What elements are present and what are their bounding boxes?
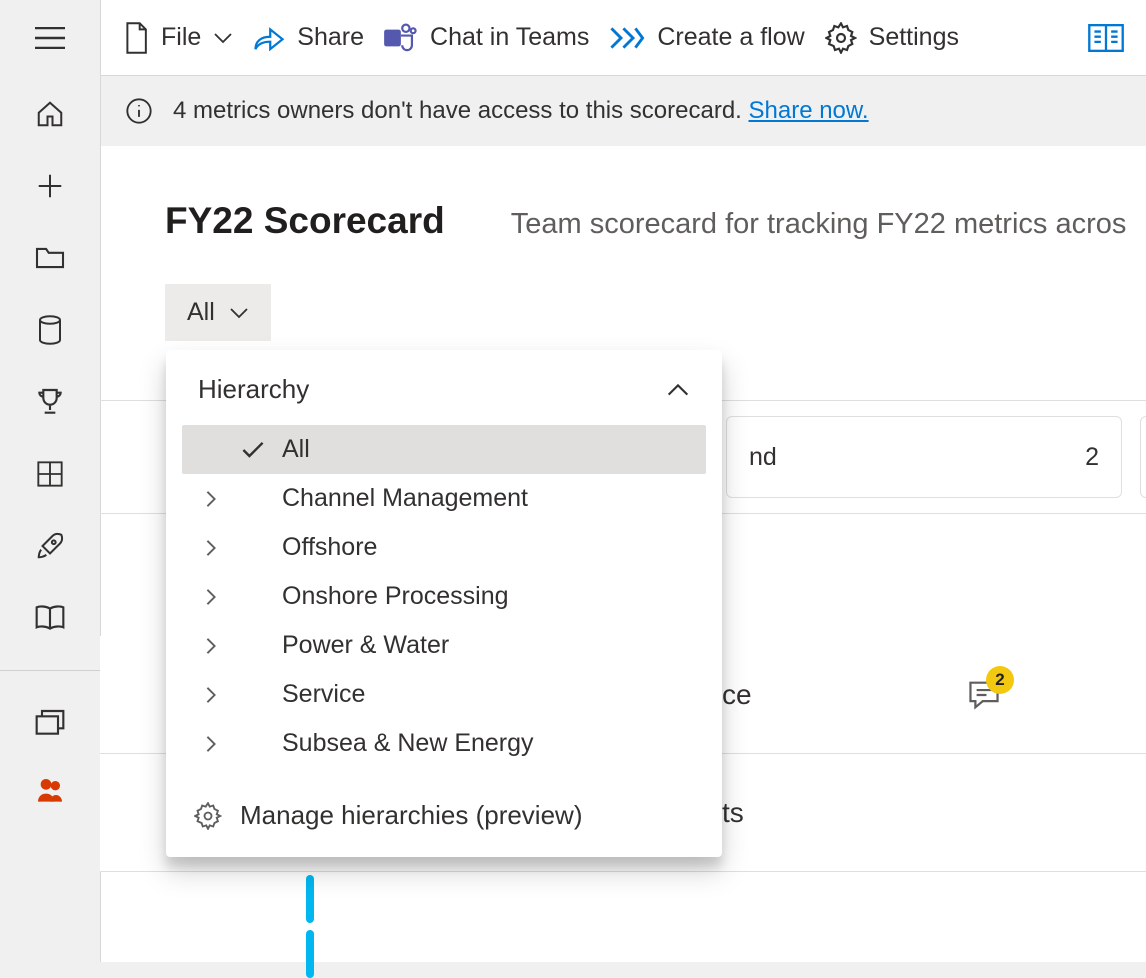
file-label: File — [161, 23, 201, 52]
nav-apps[interactable] — [36, 460, 64, 488]
share-button[interactable]: Share — [253, 23, 364, 52]
status-card[interactable]: nd 2 — [726, 416, 1122, 498]
hierarchy-item[interactable]: Offshore — [182, 523, 706, 572]
settings-button[interactable]: Settings — [825, 22, 959, 54]
plus-icon — [35, 171, 65, 201]
hierarchy-item[interactable]: Service — [182, 670, 706, 719]
hierarchy-item-label: All — [282, 435, 310, 464]
home-icon — [35, 99, 65, 129]
hierarchy-item-all[interactable]: All — [182, 425, 706, 474]
hierarchy-header-label: Hierarchy — [198, 374, 309, 405]
share-icon — [253, 24, 285, 52]
timeline-marker — [306, 930, 314, 978]
hierarchy-header[interactable]: Hierarchy — [166, 350, 722, 419]
reading-view-button[interactable] — [1088, 23, 1124, 53]
svg-text:T: T — [389, 32, 396, 44]
hierarchy-filter-button[interactable]: All — [165, 284, 271, 341]
manage-hierarchies-label: Manage hierarchies (preview) — [240, 800, 582, 831]
access-warning-banner: 4 metrics owners don't have access to th… — [101, 76, 1146, 146]
nav-goals[interactable] — [36, 388, 64, 416]
metric-name-fragment: ts — [722, 797, 744, 829]
chat-teams-button[interactable]: T Chat in Teams — [384, 23, 589, 53]
nav-data[interactable] — [36, 316, 64, 344]
chevron-right-icon — [205, 489, 217, 509]
nav-workspaces[interactable] — [36, 709, 64, 737]
chat-teams-label: Chat in Teams — [430, 23, 589, 52]
create-flow-button[interactable]: Create a flow — [609, 23, 804, 52]
workspaces-icon — [34, 708, 66, 738]
chevron-right-icon — [205, 636, 217, 656]
nav-learn[interactable] — [36, 604, 64, 632]
timeline-marker — [306, 875, 314, 923]
card-value: 2 — [1085, 443, 1099, 472]
page-title: FY22 Scorecard — [165, 200, 445, 242]
hierarchy-item-label: Power & Water — [282, 631, 449, 660]
card-text-fragment: nd — [749, 443, 777, 472]
reading-icon — [1088, 23, 1124, 53]
create-flow-label: Create a flow — [657, 23, 804, 52]
hierarchy-item[interactable]: Onshore Processing — [182, 572, 706, 621]
chevron-right-icon — [205, 587, 217, 607]
nav-create[interactable] — [36, 172, 64, 200]
hierarchy-item-label: Channel Management — [282, 484, 528, 513]
rocket-icon — [35, 531, 65, 561]
filter-selected-label: All — [187, 298, 215, 327]
gear-icon — [825, 22, 857, 54]
metric-name-fragment: ce — [722, 679, 752, 711]
share-label: Share — [297, 23, 364, 52]
comments-indicator[interactable]: 2 — [968, 680, 1000, 710]
hierarchy-list: All Channel Management Offshore Onshore … — [166, 419, 722, 786]
apps-icon — [36, 460, 64, 488]
rail-divider — [0, 670, 100, 671]
trophy-icon — [34, 386, 66, 418]
hierarchy-item-label: Service — [282, 680, 365, 709]
command-bar: File Share T Chat in Teams Create a flow… — [101, 0, 1146, 76]
hierarchy-item[interactable]: Channel Management — [182, 474, 706, 523]
chevron-down-icon — [213, 32, 233, 44]
nav-browse[interactable] — [36, 244, 64, 272]
chevron-right-icon — [205, 685, 217, 705]
page-subtitle: Team scorecard for tracking FY22 metrics… — [511, 208, 1127, 241]
gear-icon — [194, 802, 222, 830]
settings-label: Settings — [869, 23, 959, 52]
manage-hierarchies-button[interactable]: Manage hierarchies (preview) — [166, 786, 722, 839]
database-icon — [37, 315, 63, 345]
chevron-right-icon — [205, 538, 217, 558]
chevron-right-icon — [205, 734, 217, 754]
nav-workspace-current[interactable] — [36, 777, 64, 805]
comment-count-badge: 2 — [986, 666, 1014, 694]
share-now-link[interactable]: Share now. — [749, 97, 869, 124]
banner-message: 4 metrics owners don't have access to th… — [173, 97, 869, 125]
hamburger-icon — [35, 27, 65, 49]
info-icon — [125, 97, 153, 125]
status-card-atrisk[interactable]: At ri — [1140, 416, 1146, 498]
chevron-up-icon — [666, 383, 690, 397]
hierarchy-item[interactable]: Subsea & New Energy — [182, 719, 706, 768]
folder-icon — [34, 245, 66, 271]
left-nav-rail — [0, 0, 100, 962]
hamburger-menu-button[interactable] — [0, 0, 100, 76]
check-icon — [241, 441, 265, 459]
file-menu[interactable]: File — [123, 22, 233, 54]
flow-icon — [609, 24, 645, 52]
people-icon — [34, 775, 66, 807]
hierarchy-item-label: Subsea & New Energy — [282, 729, 534, 758]
hierarchy-item[interactable]: Power & Water — [182, 621, 706, 670]
book-icon — [34, 604, 66, 632]
hierarchy-item-label: Onshore Processing — [282, 582, 509, 611]
hierarchy-dropdown-panel: Hierarchy All Channel Management Offshor… — [166, 350, 722, 857]
file-icon — [123, 22, 149, 54]
chevron-down-icon — [229, 307, 249, 319]
nav-deploy[interactable] — [36, 532, 64, 560]
nav-home[interactable] — [36, 100, 64, 128]
teams-icon: T — [384, 23, 418, 53]
hierarchy-item-label: Offshore — [282, 533, 377, 562]
